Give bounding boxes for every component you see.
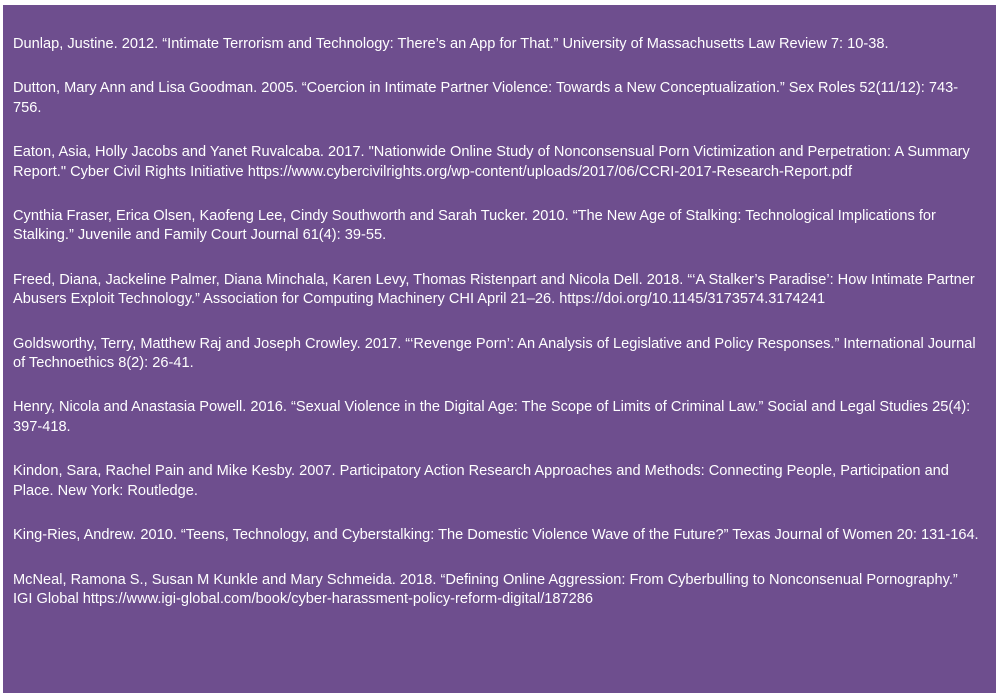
reference-list: Dunlap, Justine. 2012. “Intimate Terrori… [13, 35, 980, 609]
reference-item: Henry, Nicola and Anastasia Powell. 2016… [13, 399, 971, 435]
page: Dunlap, Justine. 2012. “Intimate Terrori… [0, 0, 999, 693]
reference-item: Dunlap, Justine. 2012. “Intimate Terrori… [13, 36, 889, 52]
reference-item: King-Ries, Andrew. 2010. “Teens, Technol… [13, 527, 979, 544]
references-panel: Dunlap, Justine. 2012. “Intimate Terrori… [3, 5, 996, 693]
reference-item: Kindon, Sara, Rachel Pain and Mike Kesby… [13, 463, 949, 499]
reference-item: Eaton, Asia, Holly Jacobs and Yanet Ruva… [13, 144, 970, 180]
reference-item: McNeal, Ramona S., Susan M Kunkle and Ma… [13, 571, 958, 607]
reference-item: Goldsworthy, Terry, Matthew Raj and Jose… [13, 335, 976, 372]
reference-item: Dutton, Mary Ann and Lisa Goodman. 2005.… [13, 80, 959, 116]
reference-item: Cynthia Fraser, Erica Olsen, Kaofeng Lee… [13, 208, 936, 244]
reference-item: Freed, Diana, Jackeline Palmer, Diana Mi… [13, 271, 975, 308]
